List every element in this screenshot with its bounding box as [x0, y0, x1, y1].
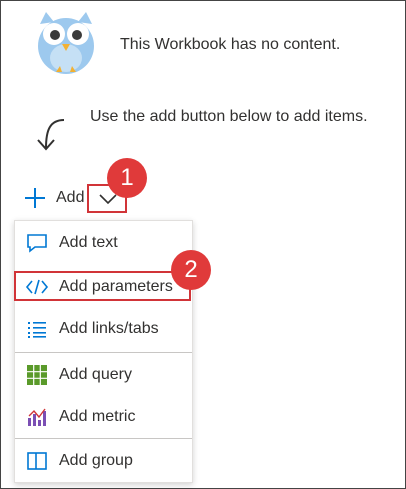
- bar-metric-icon: [25, 405, 49, 429]
- menu-item-add-group[interactable]: Add group: [15, 441, 192, 481]
- menu-item-add-links-tabs[interactable]: Add links/tabs: [15, 309, 192, 349]
- plus-icon: [24, 187, 46, 209]
- owl-illustration-icon: [38, 12, 94, 74]
- add-button-label: Add: [56, 189, 85, 206]
- menu-item-label: Add links/tabs: [59, 320, 159, 337]
- menu-item-add-metric[interactable]: Add metric: [15, 397, 192, 437]
- empty-state-message: This Workbook has no content.: [120, 36, 341, 53]
- group-icon: [25, 449, 49, 473]
- menu-item-label: Add text: [59, 234, 118, 251]
- text-comment-icon: [25, 231, 49, 255]
- menu-item-add-text[interactable]: Add text: [15, 223, 192, 263]
- menu-item-label: Add query: [59, 366, 132, 383]
- menu-item-add-query[interactable]: Add query: [15, 355, 192, 395]
- menu-divider: [15, 438, 192, 439]
- grid-query-icon: [25, 363, 49, 387]
- add-button[interactable]: Add: [24, 184, 84, 212]
- menu-divider: [15, 352, 192, 353]
- add-hint-text: Use the add button below to add items.: [90, 108, 368, 125]
- annotation-badge-2: 2: [171, 250, 211, 290]
- menu-item-label: Add metric: [59, 408, 136, 425]
- curved-arrow-icon: [37, 119, 65, 151]
- menu-item-label: Add group: [59, 452, 133, 469]
- list-links-icon: [25, 317, 49, 341]
- annotation-badge-1: 1: [107, 158, 147, 198]
- chevron-down-icon: [99, 194, 117, 205]
- annotation-highlight-add-parameters: [14, 271, 191, 301]
- add-dropdown-menu: Add text Add parameters Add links/tabs A…: [14, 220, 193, 483]
